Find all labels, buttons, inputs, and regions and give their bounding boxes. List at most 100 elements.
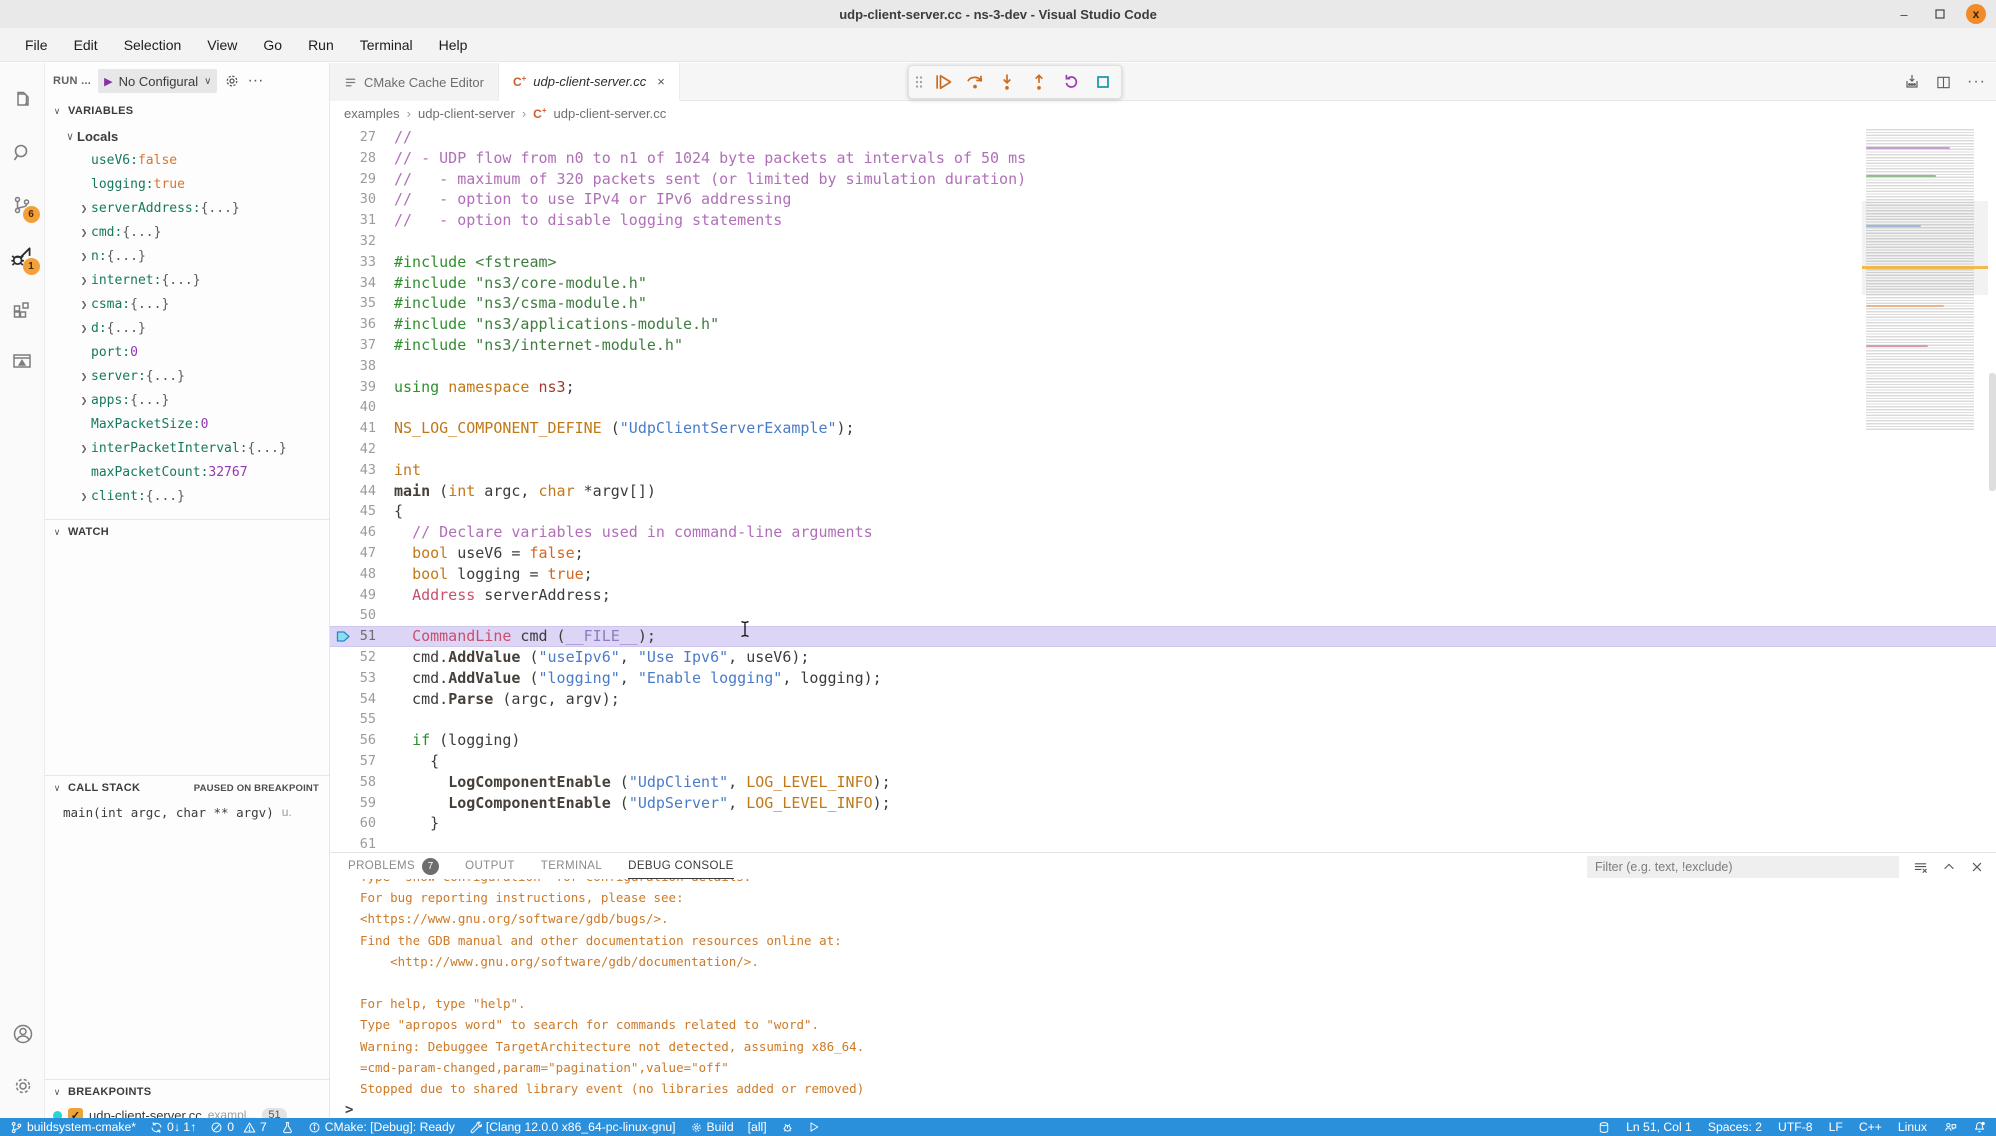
debug-console[interactable]: Type "show configuration" for configurat…: [330, 879, 1996, 1118]
status-kit[interactable]: [Clang 12.0.0 x86_64-pc-linux-gnu]: [469, 1120, 676, 1134]
breakpoint-gutter[interactable]: [330, 709, 356, 730]
menu-item-edit[interactable]: Edit: [63, 33, 109, 57]
console-prompt[interactable]: >: [330, 1099, 1996, 1118]
step-into-button[interactable]: [995, 70, 1019, 94]
variables-header[interactable]: ∨ VARIABLES: [45, 99, 329, 123]
breadcrumb-file[interactable]: udp-client-server.cc: [554, 106, 667, 121]
variable-row-MaxPacketSize[interactable]: MaxPacketSize: 0: [45, 412, 329, 436]
menu-item-go[interactable]: Go: [252, 33, 293, 57]
tab-cmake-cache-editor[interactable]: CMake Cache Editor: [330, 63, 499, 101]
tab-debug-console[interactable]: DEBUG CONSOLE: [628, 853, 734, 879]
variable-row-interPacketInterval[interactable]: ❯interPacketInterval: {...}: [45, 436, 329, 460]
breakpoint-gutter[interactable]: [330, 605, 356, 626]
variable-row-useV6[interactable]: useV6: false: [45, 148, 329, 172]
breadcrumb-examples[interactable]: examples: [344, 106, 400, 121]
variable-row-client[interactable]: ❯client: {...}: [45, 484, 329, 508]
code-line-36[interactable]: 36#include "ns3/applications-module.h": [330, 314, 1996, 335]
code-line-55[interactable]: 55: [330, 709, 1996, 730]
status-eol[interactable]: LF: [1829, 1120, 1843, 1134]
tab-udp-client-server[interactable]: C+ udp-client-server.cc ×: [499, 63, 680, 101]
code-line-31[interactable]: 31// - option to disable logging stateme…: [330, 210, 1996, 231]
breakpoint-gutter[interactable]: [330, 668, 356, 689]
breadcrumb-udp-client-server[interactable]: udp-client-server: [418, 106, 515, 121]
test-panel-icon[interactable]: [0, 335, 45, 387]
tab-output[interactable]: OUTPUT: [465, 853, 515, 879]
variable-row-apps[interactable]: ❯apps: {...}: [45, 388, 329, 412]
code-line-54[interactable]: 54 cmd.Parse (argc, argv);: [330, 689, 1996, 710]
watch-header[interactable]: ∨ WATCH: [45, 520, 329, 544]
code-line-57[interactable]: 57 {: [330, 751, 1996, 772]
variable-row-d[interactable]: ❯d: {...}: [45, 316, 329, 340]
minimap-viewport[interactable]: [1862, 201, 1988, 295]
close-tab-icon[interactable]: ×: [657, 74, 665, 89]
code-line-37[interactable]: 37#include "ns3/internet-module.h": [330, 335, 1996, 356]
minimize-button[interactable]: –: [1894, 4, 1914, 24]
tab-terminal[interactable]: TERMINAL: [541, 853, 602, 879]
breakpoint-gutter[interactable]: [330, 626, 356, 647]
step-over-button[interactable]: [963, 70, 987, 94]
minimap[interactable]: [1862, 129, 1988, 431]
status-language[interactable]: C++: [1859, 1120, 1882, 1134]
stop-button[interactable]: [1091, 70, 1115, 94]
breakpoint-gutter[interactable]: [330, 813, 356, 834]
menu-item-file[interactable]: File: [14, 33, 59, 57]
tab-problems[interactable]: PROBLEMS 7: [348, 853, 439, 879]
code-line-53[interactable]: 53 cmd.AddValue ("logging", "Enable logg…: [330, 668, 1996, 689]
code-line-47[interactable]: 47 bool useV6 = false;: [330, 543, 1996, 564]
code-line-44[interactable]: 44main (int argc, char *argv[]): [330, 481, 1996, 502]
account-icon[interactable]: [0, 1008, 45, 1060]
code-line-39[interactable]: 39using namespace ns3;: [330, 377, 1996, 398]
code-line-46[interactable]: 46 // Declare variables used in command-…: [330, 522, 1996, 543]
breakpoint-gutter[interactable]: [330, 189, 356, 210]
breakpoint-gutter[interactable]: [330, 460, 356, 481]
code-editor[interactable]: 27//28// - UDP flow from n0 to n1 of 102…: [330, 125, 1996, 852]
close-panel-icon[interactable]: [1970, 860, 1984, 874]
extensions-icon[interactable]: [0, 283, 45, 335]
more-actions-icon[interactable]: ···: [247, 72, 263, 90]
code-line-50[interactable]: 50: [330, 605, 1996, 626]
breakpoint-gutter[interactable]: [330, 231, 356, 252]
variable-row-serverAddress[interactable]: ❯serverAddress: {...}: [45, 196, 329, 220]
menu-item-terminal[interactable]: Terminal: [349, 33, 424, 57]
code-line-34[interactable]: 34#include "ns3/core-module.h": [330, 273, 1996, 294]
stack-frame-main[interactable]: main(int argc, char ** argv) u.: [45, 800, 329, 824]
code-line-28[interactable]: 28// - UDP flow from n0 to n1 of 1024 by…: [330, 148, 1996, 169]
code-line-61[interactable]: 61: [330, 834, 1996, 852]
breakpoints-header[interactable]: ∨ BREAKPOINTS: [45, 1080, 329, 1104]
notifications-bell-icon[interactable]: [1973, 1121, 1986, 1134]
filter-icon[interactable]: [1913, 860, 1928, 875]
status-line-col[interactable]: Ln 51, Col 1: [1626, 1120, 1692, 1134]
editor-scrollbar[interactable]: [1989, 373, 1996, 491]
variable-row-internet[interactable]: ❯internet: {...}: [45, 268, 329, 292]
split-editor-icon[interactable]: [1936, 75, 1951, 90]
breakpoint-gutter[interactable]: [330, 356, 356, 377]
breakpoint-gutter[interactable]: [330, 564, 356, 585]
run-code-icon[interactable]: [1904, 74, 1920, 90]
call-stack-header[interactable]: ∨ CALL STACK PAUSED ON BREAKPOINT: [45, 776, 329, 800]
breakpoint-gutter[interactable]: [330, 169, 356, 190]
code-line-56[interactable]: 56 if (logging): [330, 730, 1996, 751]
breakpoint-gutter[interactable]: [330, 793, 356, 814]
breakpoint-gutter[interactable]: [330, 273, 356, 294]
menu-item-view[interactable]: View: [196, 33, 248, 57]
variable-row-cmd[interactable]: ❯cmd: {...}: [45, 220, 329, 244]
start-debug-icon[interactable]: ▶: [104, 75, 112, 88]
maximize-panel-icon[interactable]: [1942, 860, 1956, 874]
code-line-32[interactable]: 32: [330, 231, 1996, 252]
breakpoint-gutter[interactable]: [330, 522, 356, 543]
variable-row-maxPacketCount[interactable]: maxPacketCount: 32767: [45, 460, 329, 484]
status-target[interactable]: [all]: [748, 1120, 767, 1134]
breakpoint-gutter[interactable]: [330, 314, 356, 335]
code-line-35[interactable]: 35#include "ns3/csma-module.h": [330, 293, 1996, 314]
settings-gear-icon[interactable]: [0, 1060, 45, 1112]
menu-item-run[interactable]: Run: [297, 33, 345, 57]
breakpoint-gutter[interactable]: [330, 751, 356, 772]
status-launch[interactable]: [808, 1121, 820, 1133]
code-line-41[interactable]: 41NS_LOG_COMPONENT_DEFINE ("UdpClientSer…: [330, 418, 1996, 439]
breakpoint-gutter[interactable]: [330, 481, 356, 502]
source-control-icon[interactable]: 6: [0, 179, 45, 231]
breakpoint-gutter[interactable]: [330, 335, 356, 356]
breakpoint-gutter[interactable]: [330, 689, 356, 710]
status-cmake[interactable]: CMake: [Debug]: Ready: [308, 1120, 455, 1134]
explorer-icon[interactable]: [0, 75, 45, 127]
